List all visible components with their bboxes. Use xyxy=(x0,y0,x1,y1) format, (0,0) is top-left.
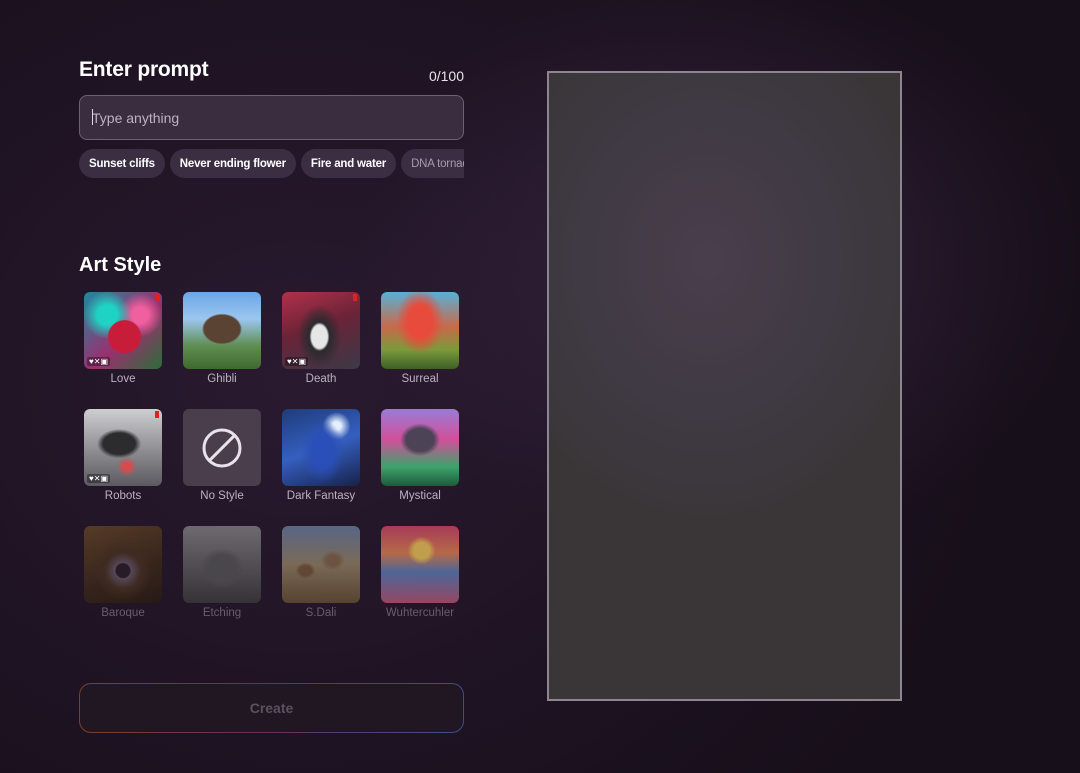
suggestion-chip-never-ending-flower[interactable]: Never ending flower xyxy=(169,149,296,178)
style-label: Dark Fantasy xyxy=(286,490,356,502)
style-label: Robots xyxy=(104,490,142,502)
style-sdali[interactable]: S.Dali xyxy=(282,526,360,619)
suggestion-chip-fire-and-water[interactable]: Fire and water xyxy=(300,149,397,178)
style-robots[interactable]: ♥✕▣ Robots xyxy=(84,409,162,502)
style-etching[interactable]: Etching xyxy=(183,526,261,619)
style-mystical[interactable]: Mystical xyxy=(381,409,459,502)
style-ghibli[interactable]: Ghibli xyxy=(183,292,261,385)
image-preview-panel xyxy=(547,71,902,701)
art-style-grid: ♥✕▣ Love Ghibli ♥✕▣ Death Surreal ♥✕▣ Ro… xyxy=(84,292,460,619)
style-label: Love xyxy=(110,373,136,385)
baroque-thumbnail xyxy=(84,526,162,603)
etching-thumbnail xyxy=(183,526,261,603)
suggestion-chip-sunset-cliffs[interactable]: Sunset cliffs xyxy=(79,149,165,178)
no-style-icon xyxy=(202,428,242,467)
style-surreal[interactable]: Surreal xyxy=(381,292,459,385)
prompt-title: Enter prompt xyxy=(79,58,209,81)
style-wuhtercuhler[interactable]: Wuhtercuhler xyxy=(381,526,459,619)
style-label: Mystical xyxy=(399,490,441,502)
style-label: Wuhtercuhler xyxy=(385,607,455,619)
watermark-badge: ♥✕▣ xyxy=(87,474,111,483)
corner-tag-icon xyxy=(353,294,357,301)
style-label: Death xyxy=(305,373,337,385)
style-love[interactable]: ♥✕▣ Love xyxy=(84,292,162,385)
style-label: S.Dali xyxy=(305,607,337,619)
corner-tag-icon xyxy=(155,294,159,301)
style-label: Ghibli xyxy=(207,373,237,385)
prompt-input[interactable] xyxy=(79,95,464,140)
style-label: Surreal xyxy=(401,373,439,385)
style-dark-fantasy[interactable]: Dark Fantasy xyxy=(282,409,360,502)
surreal-thumbnail xyxy=(381,292,459,369)
style-death[interactable]: ♥✕▣ Death xyxy=(282,292,360,385)
dali-thumbnail xyxy=(282,526,360,603)
wuhtercuhler-thumbnail xyxy=(381,526,459,603)
style-label: No Style xyxy=(200,490,244,502)
watermark-badge: ♥✕▣ xyxy=(285,357,309,366)
love-thumbnail: ♥✕▣ xyxy=(84,292,162,369)
text-caret xyxy=(92,109,93,125)
death-thumbnail: ♥✕▣ xyxy=(282,292,360,369)
watermark-badge: ♥✕▣ xyxy=(87,357,111,366)
create-button[interactable]: Create xyxy=(79,683,464,733)
dark-fantasy-thumbnail xyxy=(282,409,360,486)
suggestion-chip-dna-tornado[interactable]: DNA tornado xyxy=(401,149,464,178)
corner-tag-icon xyxy=(155,411,159,418)
prompt-suggestions: Sunset cliffs Never ending flower Fire a… xyxy=(79,149,464,179)
style-label: Baroque xyxy=(101,607,145,619)
style-no-style[interactable]: No Style xyxy=(183,409,261,502)
character-counter: 0/100 xyxy=(428,68,464,84)
art-style-title: Art Style xyxy=(79,254,162,276)
no-style-thumbnail xyxy=(183,409,261,486)
ghibli-thumbnail xyxy=(183,292,261,369)
mystical-thumbnail xyxy=(381,409,459,486)
style-baroque[interactable]: Baroque xyxy=(84,526,162,619)
style-label: Etching xyxy=(202,607,242,619)
robots-thumbnail: ♥✕▣ xyxy=(84,409,162,486)
